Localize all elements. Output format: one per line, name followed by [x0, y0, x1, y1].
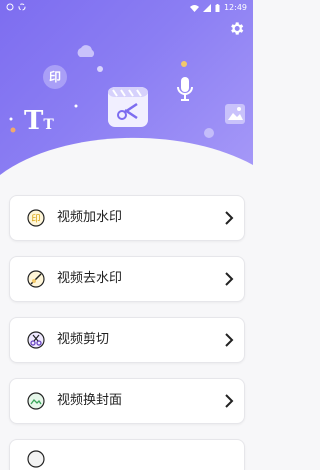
svg-text:印: 印	[31, 213, 40, 225]
chevron-right-icon	[225, 394, 234, 408]
menu-item-label: 视频去水印	[57, 271, 123, 286]
menu-item-label: 视频剪切	[57, 332, 110, 347]
menu-item-change-cover[interactable]: 视频换封面	[9, 378, 245, 424]
watermark-add-icon: 印	[27, 209, 45, 227]
watermark-remove-icon	[27, 270, 45, 288]
chevron-right-icon	[225, 333, 234, 347]
scissors-icon	[27, 331, 45, 349]
header-banner: 12:49 印 TT	[0, 0, 253, 185]
menu-item-icon	[27, 450, 45, 468]
chevron-right-icon	[225, 272, 234, 286]
menu-item-add-watermark[interactable]: 印 视频加水印	[9, 195, 245, 241]
cover-image-icon	[27, 392, 45, 410]
menu-item-label: 视频加水印	[57, 210, 123, 225]
menu-item-cut-video[interactable]: 视频剪切	[9, 317, 245, 363]
chevron-right-icon	[225, 211, 234, 225]
menu-item-remove-watermark[interactable]: 视频去水印	[9, 256, 245, 302]
header-wave	[0, 137, 253, 185]
menu-item-label: 视频换封面	[57, 393, 123, 408]
